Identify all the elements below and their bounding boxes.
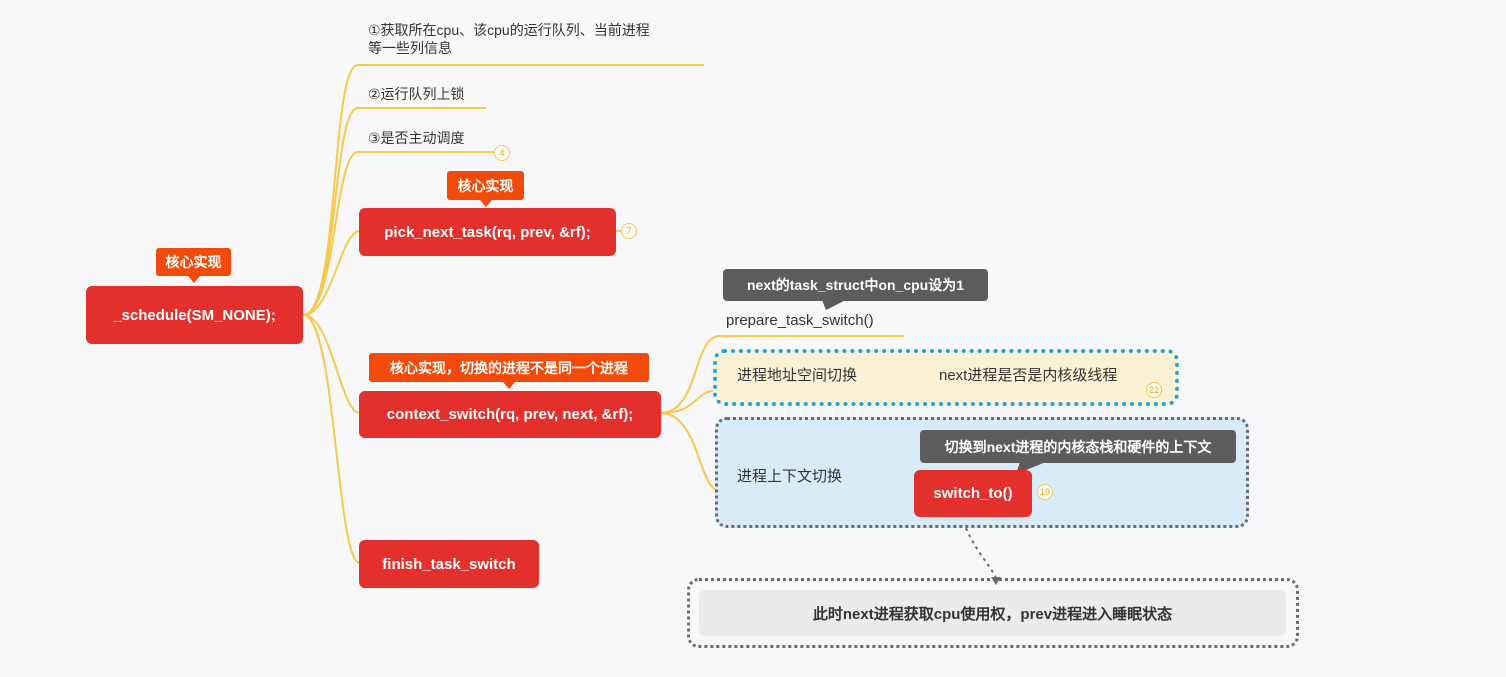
- prepare-text[interactable]: prepare_task_switch(): [726, 312, 874, 330]
- ctx-callout: 切换到next进程的内核态栈和硬件的上下文: [920, 430, 1236, 463]
- step1-line1: ①获取所在cpu、该cpu的运行队列、当前进程: [368, 22, 650, 38]
- context-label: context_switch(rq, prev, next, &rf);: [386, 406, 634, 423]
- root-label: _schedule(SM_NONE);: [113, 306, 276, 324]
- finish-node[interactable]: finish_task_switch: [359, 540, 539, 588]
- prepare-callout: next的task_struct中on_cpu设为1: [723, 269, 988, 301]
- pick-badge[interactable]: 7: [621, 223, 637, 239]
- switch-to-label: switch_to(): [933, 485, 1013, 502]
- finish-label: finish_task_switch: [382, 555, 516, 573]
- pick-tag: 核心实现: [447, 171, 524, 207]
- ctx-text[interactable]: 进程上下文切换: [737, 468, 842, 486]
- context-tag: 核心实现，切换的进程不是同一个进程: [369, 353, 649, 389]
- switch-to-node[interactable]: switch_to(): [914, 470, 1032, 517]
- summary-label: 此时next进程获取cpu使用权，prev进程进入睡眠状态: [812, 605, 1173, 623]
- root-tag: 核心实现: [156, 248, 231, 283]
- step1-text[interactable]: ①获取所在cpu、该cpu的运行队列、当前进程 等一些列信息: [368, 21, 650, 57]
- step2-text[interactable]: ②运行队列上锁: [368, 85, 465, 103]
- step3-text[interactable]: ③是否主动调度: [368, 129, 465, 147]
- step3-badge[interactable]: 4: [494, 145, 510, 161]
- context-node[interactable]: context_switch(rq, prev, next, &rf);: [359, 391, 661, 438]
- pick-node[interactable]: pick_next_task(rq, prev, &rf);: [359, 208, 616, 256]
- summary-node[interactable]: 此时next进程获取cpu使用权，prev进程进入睡眠状态: [699, 590, 1286, 636]
- pick-label: pick_next_task(rq, prev, &rf);: [384, 223, 591, 241]
- step1-line2: 等一些列信息: [368, 40, 452, 56]
- root-node[interactable]: _schedule(SM_NONE);: [86, 286, 303, 344]
- switch-to-badge[interactable]: 19: [1037, 484, 1053, 500]
- addr-text[interactable]: 进程地址空间切换: [737, 367, 857, 385]
- prepare-callout-pointer: [822, 300, 846, 310]
- addr-badge[interactable]: 22: [1146, 382, 1162, 398]
- addr-child-text[interactable]: next进程是否是内核级线程: [939, 367, 1117, 385]
